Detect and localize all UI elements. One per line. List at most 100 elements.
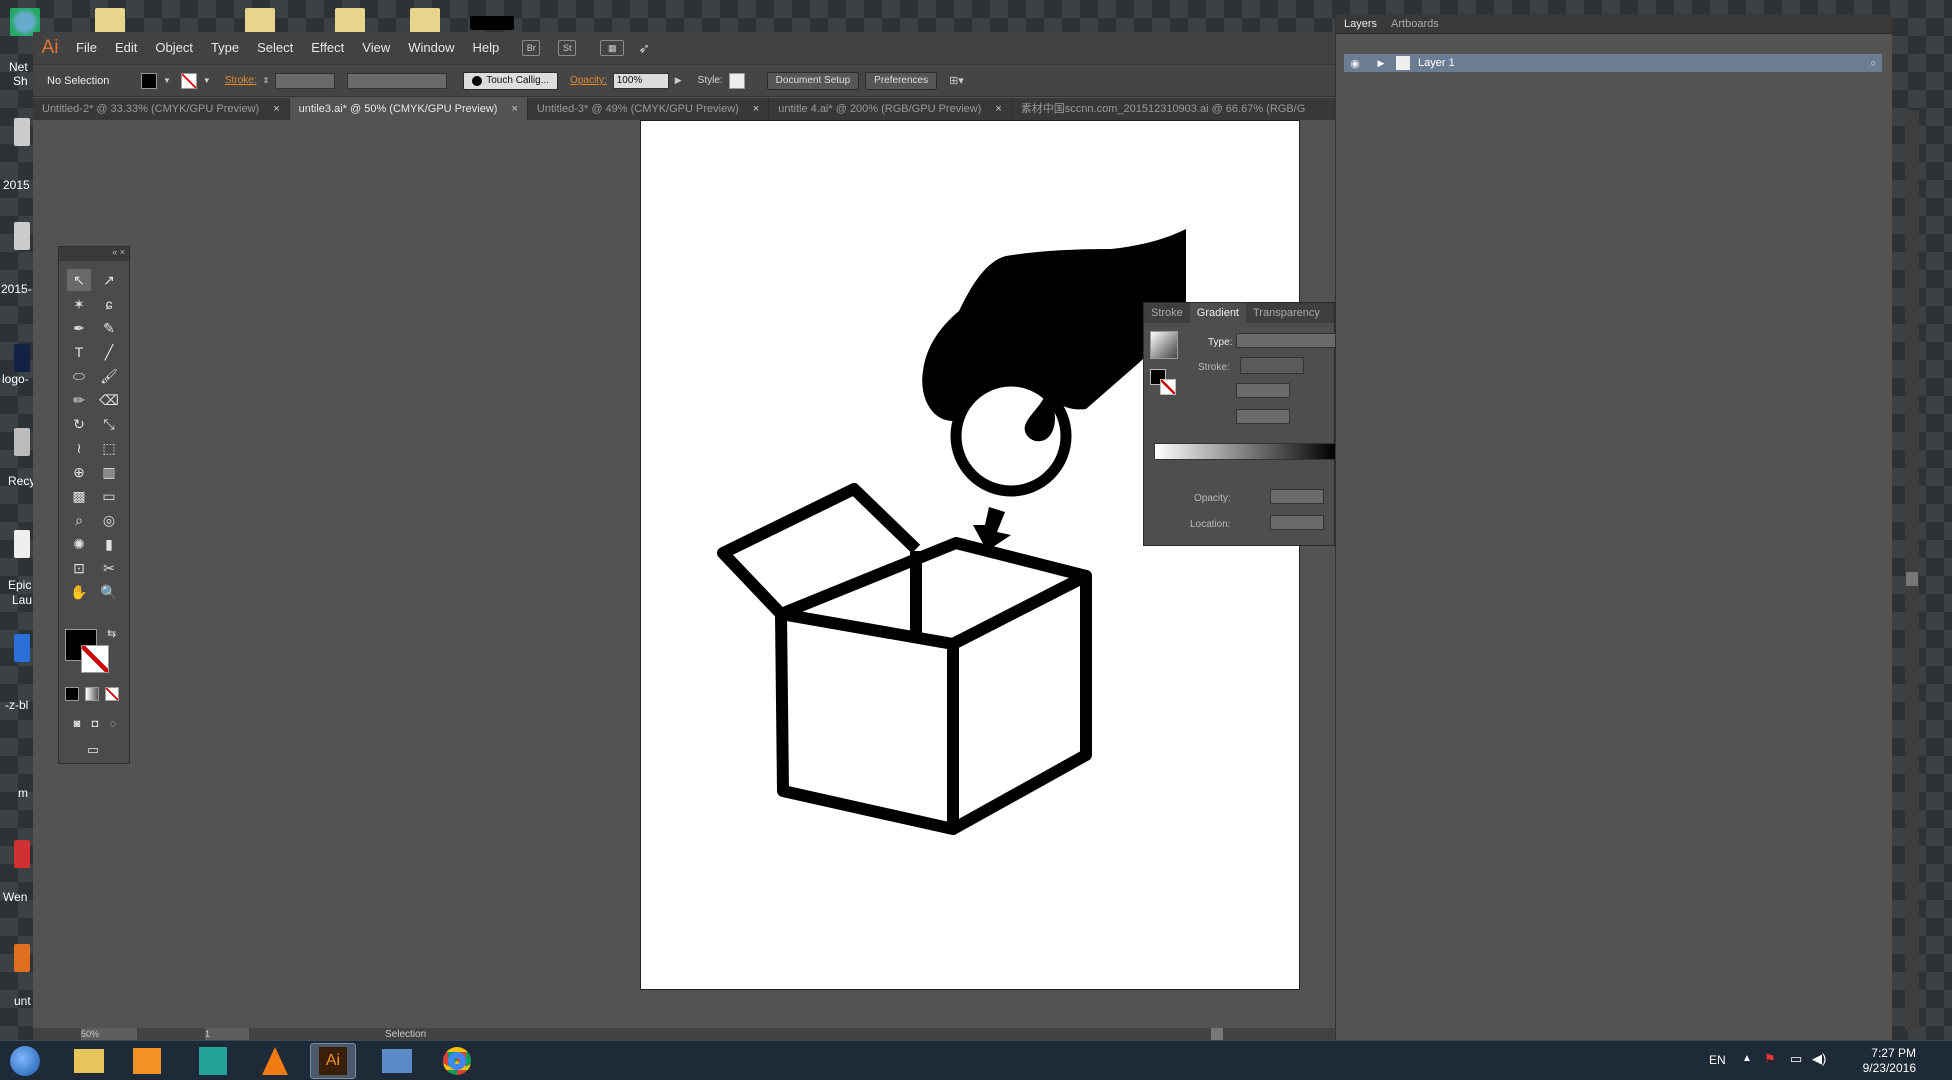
menu-object[interactable]: Object [146, 32, 202, 64]
close-icon[interactable]: × [511, 98, 517, 120]
tab-sccnn[interactable]: 素材中国sccnn.com_201512310903.ai @ 66.67% (… [1012, 98, 1314, 120]
ellipse-tool-icon[interactable]: ⬭ [67, 365, 91, 387]
fill-swatch[interactable] [141, 72, 157, 89]
screen-mode-icon[interactable]: ▭ [81, 739, 105, 761]
app-taskbar-button[interactable] [190, 1043, 236, 1079]
direct-selection-tool-icon[interactable]: ↗ [97, 269, 121, 291]
tab-stroke[interactable]: Stroke [1144, 303, 1190, 323]
free-transform-tool-icon[interactable]: ⬚ [97, 437, 121, 459]
tab-untitled-2[interactable]: Untitled-2* @ 33.33% (CMYK/GPU Preview) × [33, 98, 290, 120]
epic-launcher-icon[interactable] [14, 530, 30, 558]
layer-name[interactable]: Layer 1 [1418, 57, 1455, 69]
slice-tool-icon[interactable]: ✂ [97, 557, 121, 579]
pdf-icon[interactable] [14, 840, 30, 868]
language-indicator[interactable]: EN [1709, 1053, 1726, 1067]
tab-gradient[interactable]: Gradient [1189, 303, 1246, 323]
stroke-color-box[interactable] [81, 645, 109, 673]
shape-builder-tool-icon[interactable]: ⊕ [67, 461, 91, 483]
explorer-taskbar-button[interactable] [66, 1043, 112, 1079]
stroke-swatch[interactable] [1160, 379, 1176, 395]
show-hidden-icons[interactable]: ▲ [1742, 1053, 1752, 1064]
gradient-slider[interactable] [1154, 443, 1336, 460]
warp-tool-icon[interactable]: ≀ [67, 437, 91, 459]
tab-artboards[interactable]: Artboards [1391, 18, 1439, 30]
style-swatch[interactable] [728, 72, 745, 89]
tab-untile3[interactable]: untile3.ai* @ 50% (CMYK/GPU Preview) × [289, 98, 528, 120]
action-center-icon[interactable]: ⚑ [1764, 1051, 1776, 1067]
expand-arrow-icon[interactable]: ▶ [1366, 58, 1396, 69]
tools-panel-header[interactable]: « × [59, 247, 129, 261]
target-circle-icon[interactable]: ○ [1871, 58, 1876, 68]
artwork-hand-coin-box[interactable] [641, 121, 1300, 990]
vlc-taskbar-button[interactable] [252, 1043, 298, 1079]
system-clock[interactable]: 7:27 PM 9/23/2016 [1863, 1046, 1916, 1076]
stroke-gradient-options[interactable] [1240, 357, 1304, 374]
artboard[interactable] [640, 120, 1300, 990]
selection-tool-icon[interactable]: ↖ [67, 269, 91, 291]
stroke-weight-field[interactable] [275, 72, 336, 89]
magic-wand-tool-icon[interactable]: ✶ [67, 293, 91, 315]
color-mode-icon[interactable] [65, 687, 79, 701]
arrange-documents-icon[interactable]: ▦ [600, 40, 625, 56]
preferences-button[interactable]: Preferences [865, 71, 938, 90]
file-icon[interactable] [470, 16, 514, 30]
variable-width-dropdown[interactable] [347, 72, 448, 89]
file-icon[interactable] [14, 118, 30, 146]
chevron-right-icon[interactable]: ▶ [675, 75, 682, 86]
menu-select[interactable]: Select [248, 32, 302, 64]
eyedropper-tool-icon[interactable]: ⌕ [67, 509, 91, 531]
pen-tool-icon[interactable]: ✒ [67, 317, 91, 339]
draw-inside-icon[interactable]: ◌ [101, 713, 125, 735]
document-setup-button[interactable]: Document Setup [766, 71, 860, 90]
chevron-down-icon[interactable]: ▼ [163, 76, 171, 85]
file-icon[interactable] [14, 944, 30, 972]
mesh-tool-icon[interactable]: ▩ [67, 485, 91, 507]
type-tool-icon[interactable]: T [67, 341, 91, 363]
network-icon[interactable]: ▭ [1790, 1051, 1802, 1067]
gpu-performance-icon[interactable]: ➶ [638, 40, 650, 57]
gradient-tool-icon[interactable]: ▭ [97, 485, 121, 507]
eraser-tool-icon[interactable]: ⌫ [97, 389, 121, 411]
tab-untitled-3[interactable]: Untitled-3* @ 49% (CMYK/GPU Preview) × [528, 98, 770, 120]
scale-tool-icon[interactable]: ⤡ [97, 413, 121, 435]
stroke-label[interactable]: Stroke: [225, 75, 257, 86]
curvature-tool-icon[interactable]: ✎ [97, 317, 121, 339]
menu-help[interactable]: Help [463, 32, 508, 64]
menu-effect[interactable]: Effect [302, 32, 353, 64]
location-dropdown[interactable] [1270, 515, 1324, 530]
file-icon[interactable] [14, 634, 30, 662]
bridge-button[interactable]: Br [522, 40, 541, 56]
hand-tool-icon[interactable]: ✋ [67, 581, 91, 603]
vertical-scroll-thumb[interactable] [1906, 572, 1918, 586]
gradient-type-dropdown[interactable] [1236, 333, 1336, 348]
tab-untitle-4[interactable]: untitle 4.ai* @ 200% (RGB/GPU Preview) × [769, 98, 1012, 120]
recycle-bin-icon[interactable] [14, 428, 30, 456]
opacity-field[interactable]: 100% [612, 72, 669, 89]
paintbrush-tool-icon[interactable]: 🖌 [97, 365, 121, 387]
artboard-tool-icon[interactable]: ⊡ [67, 557, 91, 579]
perspective-grid-tool-icon[interactable]: ▥ [97, 461, 121, 483]
stock-button[interactable]: St [558, 40, 577, 56]
rotate-tool-icon[interactable]: ↻ [67, 413, 91, 435]
volume-icon[interactable]: ◀) [1812, 1051, 1826, 1067]
blend-tool-icon[interactable]: ◎ [97, 509, 121, 531]
symbol-sprayer-tool-icon[interactable]: ✺ [67, 533, 91, 555]
media-player-taskbar-button[interactable] [124, 1043, 170, 1079]
menu-window[interactable]: Window [399, 32, 463, 64]
opacity-label[interactable]: Opacity: [570, 75, 607, 86]
lasso-tool-icon[interactable]: ɕ [97, 293, 121, 315]
close-icon[interactable]: × [273, 98, 279, 120]
opacity-dropdown[interactable] [1270, 489, 1324, 504]
file-icon[interactable] [14, 344, 30, 372]
column-graph-tool-icon[interactable]: ▮ [97, 533, 121, 555]
align-options-icon[interactable]: ⊞▾ [949, 74, 964, 87]
swap-colors-icon[interactable]: ⇆ [107, 627, 116, 640]
photos-taskbar-button[interactable] [374, 1043, 420, 1079]
brush-dropdown[interactable]: Touch Callig... [463, 71, 559, 90]
illustrator-taskbar-button[interactable]: Ai [310, 1043, 356, 1079]
pencil-tool-icon[interactable]: ✏ [67, 389, 91, 411]
close-icon[interactable]: × [753, 98, 759, 120]
visibility-eye-icon[interactable]: ◉ [1344, 57, 1366, 70]
stroke-swatch[interactable] [180, 72, 197, 89]
zoom-tool-icon[interactable]: 🔍 [97, 581, 121, 603]
